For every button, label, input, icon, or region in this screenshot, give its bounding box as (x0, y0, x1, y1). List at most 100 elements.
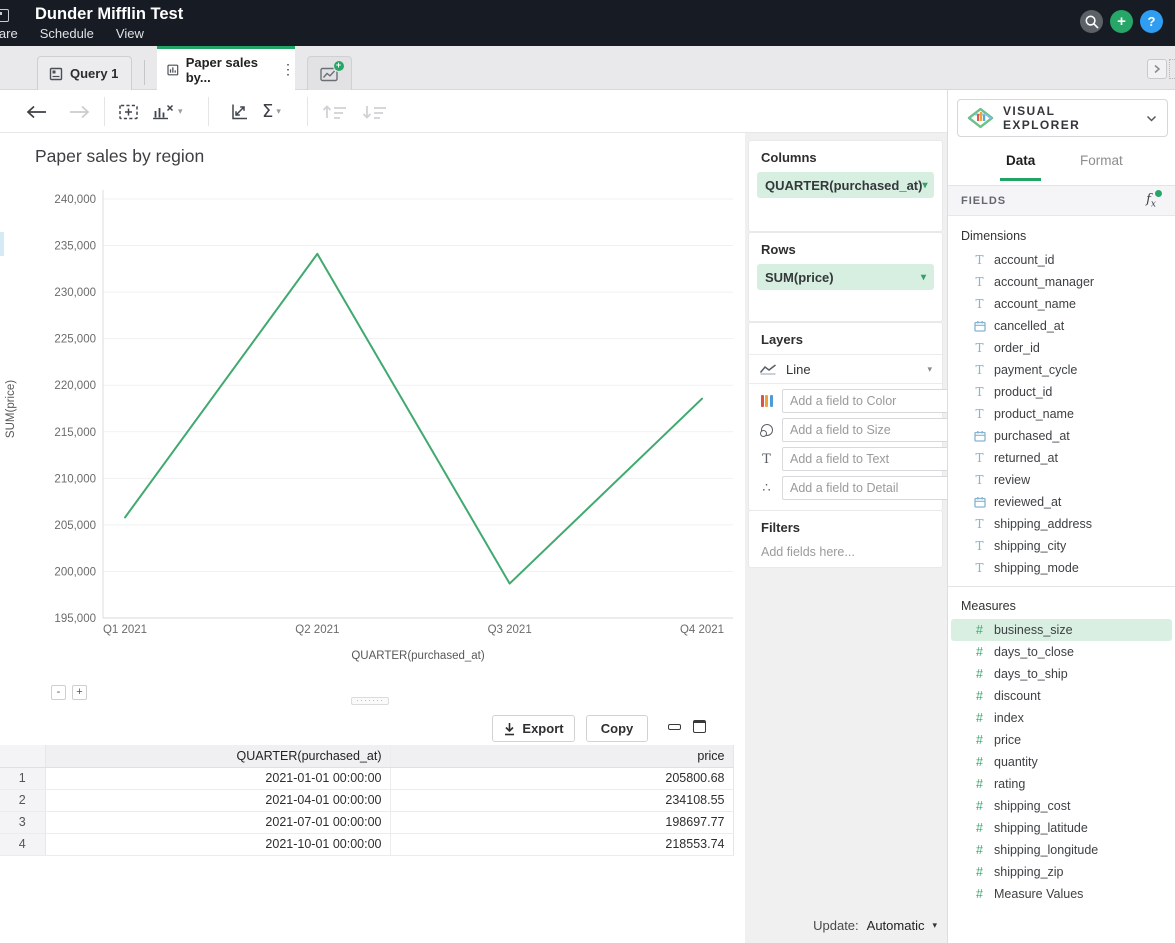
redo-button[interactable] (68, 90, 90, 133)
number-icon: # (973, 733, 986, 747)
y-tick-label: 220,000 (54, 380, 96, 392)
field-days-to-ship[interactable]: #days_to_ship (948, 663, 1175, 685)
columns-pill[interactable]: QUARTER(purchased_at) ▾ (757, 172, 934, 198)
tab-menu-kebab-icon[interactable]: ⋮ (281, 61, 295, 78)
chevron-down-icon[interactable]: ▾ (921, 272, 926, 283)
maximize-panel-icon[interactable] (693, 720, 706, 733)
field-shipping-mode[interactable]: Tshipping_mode (948, 557, 1175, 579)
field-returned-at[interactable]: Treturned_at (948, 447, 1175, 469)
field-price[interactable]: #price (948, 729, 1175, 751)
field-label: days_to_ship (994, 667, 1068, 681)
size-slot (749, 418, 942, 442)
field-business-size[interactable]: #business_size (951, 619, 1172, 641)
size-field-input[interactable] (782, 418, 959, 442)
field-shipping-city[interactable]: Tshipping_city (948, 535, 1175, 557)
export-button[interactable]: Export (492, 715, 575, 742)
y-tick-label: 225,000 (54, 334, 96, 346)
field-account-name[interactable]: Taccount_name (948, 293, 1175, 315)
visual-explorer-logo (967, 106, 994, 130)
field-product-name[interactable]: Tproduct_name (948, 403, 1175, 425)
tab-paper-sales[interactable]: Paper sales by... ⋮ (157, 46, 295, 90)
results-table[interactable]: QUARTER(purchased_at)price12021-01-01 00… (0, 745, 734, 856)
field-rating[interactable]: #rating (948, 773, 1175, 795)
tab-query-1[interactable]: Query 1 (37, 56, 132, 90)
swap-axes-button[interactable] (228, 90, 250, 133)
chevron-right-icon (1153, 64, 1161, 74)
y-tick-label: 235,000 (54, 241, 96, 253)
new-chart-tab-button[interactable]: + (307, 56, 352, 90)
field-shipping-latitude[interactable]: #shipping_latitude (948, 817, 1175, 839)
menu-share[interactable]: Share (0, 26, 18, 41)
x-tick-label: Q2 2021 (295, 624, 339, 636)
table-row[interactable]: 22021-04-01 00:00:00234108.55 (0, 789, 733, 811)
workbook-title: Dunder Mifflin Test (35, 5, 183, 24)
row-number-header (0, 745, 45, 767)
text-icon: T (973, 517, 986, 531)
row-number-cell: 2 (0, 789, 45, 811)
field-days-to-close[interactable]: #days_to_close (948, 641, 1175, 663)
explorer-title: VISUAL EXPLORER (1003, 104, 1137, 132)
tab-paper-sales-label: Paper sales by... (186, 55, 270, 85)
fields-label: FIELDS (961, 195, 1006, 207)
search-icon[interactable] (1080, 10, 1103, 33)
copy-button[interactable]: Copy (586, 715, 648, 742)
table-row[interactable]: 42021-10-01 00:00:00218553.74 (0, 833, 733, 855)
field-order-id[interactable]: Torder_id (948, 337, 1175, 359)
number-icon: # (973, 689, 986, 703)
sort-descending-button[interactable] (362, 90, 388, 133)
color-field-input[interactable] (782, 389, 959, 413)
field-shipping-longitude[interactable]: #shipping_longitude (948, 839, 1175, 861)
minimize-panel-icon[interactable] (668, 724, 681, 730)
sort-ascending-button[interactable] (322, 90, 348, 133)
field-account-manager[interactable]: Taccount_manager (948, 271, 1175, 293)
help-icon[interactable]: ? (1140, 10, 1163, 33)
menu-view[interactable]: View (116, 26, 144, 41)
field-measure-values[interactable]: #Measure Values (948, 883, 1175, 905)
rows-pill[interactable]: SUM(price) ▾ (757, 264, 934, 290)
field-shipping-address[interactable]: Tshipping_address (948, 513, 1175, 535)
field-product-id[interactable]: Tproduct_id (948, 381, 1175, 403)
formula-add-icon[interactable]: fx (1146, 192, 1162, 210)
layer-type-select[interactable]: Line ▾ (749, 354, 942, 384)
tab-data[interactable]: Data (1006, 153, 1035, 168)
zoom-out-button[interactable]: - (51, 685, 66, 700)
field-reviewed-at[interactable]: reviewed_at (948, 491, 1175, 513)
field-shipping-cost[interactable]: #shipping_cost (948, 795, 1175, 817)
add-chart-button[interactable] (118, 90, 140, 133)
menu-schedule[interactable]: Schedule (40, 26, 94, 41)
detail-icon: ∴ (758, 480, 775, 496)
number-icon: # (973, 711, 986, 725)
update-control[interactable]: Update: Automatic ▾ (813, 918, 937, 933)
remove-chart-button[interactable]: ▾ (151, 90, 183, 133)
add-icon[interactable]: + (1110, 10, 1133, 33)
chevron-down-icon[interactable]: ▾ (922, 180, 927, 191)
number-icon: # (973, 623, 986, 637)
text-field-input[interactable] (782, 447, 959, 471)
field-purchased-at[interactable]: purchased_at (948, 425, 1175, 447)
chevron-down-icon: ▾ (932, 920, 937, 931)
undo-button[interactable] (26, 90, 48, 133)
table-row[interactable]: 12021-01-01 00:00:00205800.68 (0, 767, 733, 789)
query-sheet-icon (49, 67, 63, 81)
line-chart[interactable]: 195,000200,000205,000210,000215,000220,0… (0, 133, 745, 707)
field-review[interactable]: Treview (948, 469, 1175, 491)
field-quantity[interactable]: #quantity (948, 751, 1175, 773)
field-payment-cycle[interactable]: Tpayment_cycle (948, 359, 1175, 381)
field-index[interactable]: #index (948, 707, 1175, 729)
zoom-in-button[interactable]: + (72, 685, 87, 700)
series-line[interactable] (125, 254, 702, 584)
tab-format[interactable]: Format (1080, 153, 1123, 168)
field-discount[interactable]: #discount (948, 685, 1175, 707)
pane-resize-handle[interactable]: ······· (351, 697, 389, 705)
tab-overflow-button[interactable] (1147, 59, 1167, 79)
aggregate-button[interactable]: Σ ▾ (262, 90, 281, 133)
field-account-id[interactable]: Taccount_id (948, 249, 1175, 271)
table-row[interactable]: 32021-07-01 00:00:00198697.77 (0, 811, 733, 833)
detail-field-input[interactable] (782, 476, 959, 500)
filters-shelf[interactable]: Filters Add fields here... (749, 511, 942, 567)
field-shipping-zip[interactable]: #shipping_zip (948, 861, 1175, 883)
y-tick-label: 215,000 (54, 427, 96, 439)
field-cancelled-at[interactable]: cancelled_at (948, 315, 1175, 337)
explorer-mode-select[interactable]: VISUAL EXPLORER (957, 99, 1168, 137)
y-tick-label: 195,000 (54, 613, 96, 625)
